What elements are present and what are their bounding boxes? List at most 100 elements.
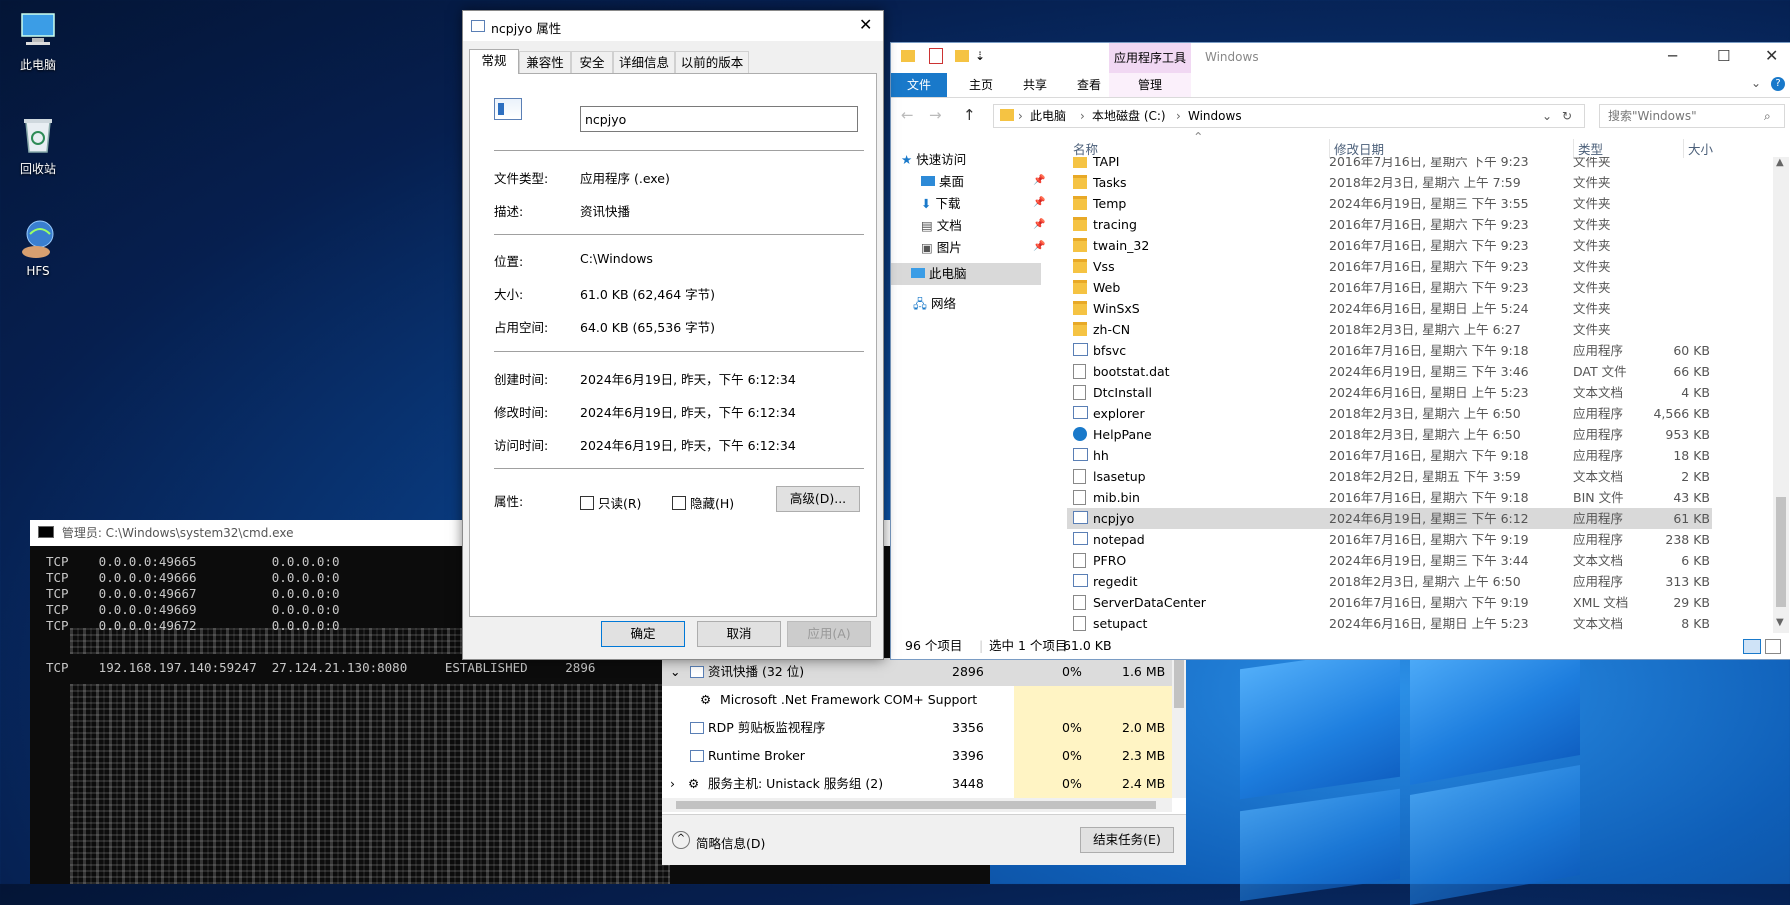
explorer-window[interactable]: ⇣ 应用程序工具 Windows ─ ☐ ✕ 文件 主页 共享 查看 管理 ⌄ …: [890, 42, 1790, 660]
apply-button[interactable]: 应用(A): [787, 621, 871, 647]
tab-details[interactable]: 详细信息: [613, 51, 675, 74]
tab-compatibility[interactable]: 兼容性: [519, 51, 571, 74]
file-row[interactable]: twain_32 2016年7月16日, 星期六 下午 9:23 文件夹: [1067, 235, 1712, 256]
chevron-down-icon[interactable]: ⌄: [1542, 105, 1552, 127]
file-row[interactable]: ncpjyo 2024年6月19日, 星期三 下午 6:12 应用程序 61 KB: [1067, 508, 1712, 529]
file-row[interactable]: PFRO 2024年6月19日, 星期三 下午 3:44 文本文档 6 KB: [1067, 550, 1712, 571]
process-row[interactable]: › ⚙ 服务主机: Unistack 服务组 (2) 3448 0% 2.4 M…: [662, 770, 1172, 798]
tab-share[interactable]: 共享: [1013, 73, 1057, 97]
column-header-date[interactable]: 修改日期: [1329, 139, 1384, 158]
tiles-view-icon[interactable]: [1765, 639, 1781, 654]
cancel-button[interactable]: 取消: [697, 621, 781, 647]
chevron-down-icon[interactable]: ⌄: [670, 658, 680, 686]
search-icon: ⌕: [1764, 109, 1771, 123]
search-input[interactable]: 搜索"Windows" ⌕: [1599, 104, 1785, 128]
tab-home[interactable]: 主页: [959, 73, 1003, 97]
file-row[interactable]: explorer 2018年2月3日, 星期六 上午 6:50 应用程序 4,566 …: [1067, 403, 1712, 424]
filename-input[interactable]: ncpjyo: [580, 106, 858, 132]
file-row[interactable]: zh-CN 2018年2月3日, 星期六 上午 6:27 文件夹: [1067, 319, 1712, 340]
customize-toolbar-icon[interactable]: ⇣: [975, 49, 985, 63]
process-row[interactable]: RDP 剪贴板监视程序 3356 0% 2.0 MB: [662, 714, 1172, 742]
desktop-icon-recycle-bin[interactable]: 回收站: [0, 112, 76, 177]
file-row[interactable]: Temp 2024年6月19日, 星期三 下午 3:55 文件夹: [1067, 193, 1712, 214]
tab-manage[interactable]: 管理: [1109, 73, 1191, 97]
forward-icon[interactable]: →: [929, 106, 942, 124]
tab-security[interactable]: 安全: [571, 51, 613, 74]
properties-dialog[interactable]: ncpjyo 属性 ✕ 常规 兼容性 安全 详细信息 以前的版本 ncpjyo …: [462, 10, 884, 660]
file-row[interactable]: TAPI 2016年7月16日, 星期六 下午 9:23 文件夹: [1067, 157, 1712, 172]
file-row[interactable]: bfsvc 2016年7月16日, 星期六 下午 9:18 应用程序 60 KB: [1067, 340, 1712, 361]
scrollbar-thumb[interactable]: [1776, 497, 1786, 607]
file-row[interactable]: hh 2016年7月16日, 星期六 下午 9:18 应用程序 18 KB: [1067, 445, 1712, 466]
file-name: PFRO: [1093, 553, 1127, 568]
file-row[interactable]: DtcInstall 2024年6月16日, 星期日 上午 5:23 文本文档 4 K…: [1067, 382, 1712, 403]
file-row[interactable]: ServerDataCenter 2016年7月16日, 星期六 下午 9:19 X…: [1067, 592, 1712, 613]
close-icon[interactable]: ✕: [1765, 46, 1778, 65]
tab-file[interactable]: 文件: [891, 73, 947, 97]
chevron-right-icon[interactable]: ›: [670, 770, 675, 798]
document-icon: [1073, 595, 1086, 610]
chevron-down-icon[interactable]: ⌄: [1751, 76, 1761, 90]
process-row[interactable]: ⌄ 资讯快播 (32 位) 2896 0% 1.6 MB: [662, 658, 1172, 686]
details-view-icon[interactable]: [1743, 639, 1761, 654]
column-header-size[interactable]: 大小: [1683, 139, 1713, 158]
file-row[interactable]: Vss 2016年7月16日, 星期六 下午 9:23 文件夹: [1067, 256, 1712, 277]
properties-icon[interactable]: [929, 48, 943, 64]
file-row[interactable]: Tasks 2018年2月3日, 星期六 上午 7:59 文件夹: [1067, 172, 1712, 193]
new-folder-icon[interactable]: [955, 50, 969, 62]
ok-button[interactable]: 确定: [601, 621, 685, 647]
file-row[interactable]: mib.bin 2016年7月16日, 星期六 下午 9:18 BIN 文件 43 K…: [1067, 487, 1712, 508]
tab-general[interactable]: 常规: [469, 49, 519, 74]
dialog-titlebar[interactable]: ncpjyo 属性 ✕: [463, 11, 883, 41]
scrollbar-thumb[interactable]: [676, 801, 1156, 809]
file-row[interactable]: setupact 2024年6月16日, 星期日 上午 5:23 文本文档 8 KB: [1067, 613, 1712, 633]
breadcrumb-item[interactable]: 此电脑: [1030, 105, 1066, 127]
column-header-type[interactable]: 类型: [1573, 139, 1603, 158]
collapse-icon[interactable]: ^: [672, 831, 690, 849]
advanced-button[interactable]: 高级(D)...: [776, 486, 860, 512]
end-task-button[interactable]: 结束任务(E): [1080, 827, 1174, 853]
breadcrumb-item[interactable]: Windows: [1188, 105, 1242, 127]
column-header-name[interactable]: 名称: [1073, 139, 1098, 158]
close-icon[interactable]: ✕: [859, 15, 872, 34]
file-row[interactable]: regedit 2018年2月3日, 星期六 上午 6:50 应用程序 313 KB: [1067, 571, 1712, 592]
file-row[interactable]: notepad 2016年7月16日, 星期六 下午 9:19 应用程序 238 KB: [1067, 529, 1712, 550]
fewer-details-link[interactable]: 简略信息(D): [696, 833, 765, 852]
scrollbar-thumb[interactable]: [1174, 660, 1184, 708]
maximize-icon[interactable]: ☐: [1717, 47, 1730, 65]
scroll-up-icon[interactable]: ▲: [1776, 157, 1784, 168]
back-icon[interactable]: ←: [901, 106, 914, 124]
checkbox-box[interactable]: [672, 496, 686, 510]
app-icon: [1073, 448, 1088, 461]
desktop-icon-hfs[interactable]: HFS: [0, 216, 76, 278]
vertical-scrollbar[interactable]: [1172, 658, 1186, 798]
folder-icon: [1073, 238, 1087, 252]
folder-icon: [1073, 280, 1087, 294]
refresh-icon[interactable]: ↻: [1562, 105, 1572, 127]
up-icon[interactable]: ↑: [963, 106, 976, 124]
file-row[interactable]: lsasetup 2018年2月2日, 星期五 下午 3:59 文本文档 2 KB: [1067, 466, 1712, 487]
readonly-checkbox[interactable]: 只读(R): [580, 493, 641, 512]
file-list[interactable]: TAPI 2016年7月16日, 星期六 下午 9:23 文件夹 Tasks 2018年…: [891, 157, 1771, 633]
checkbox-box[interactable]: [580, 496, 594, 510]
file-row[interactable]: Web 2016年7月16日, 星期六 下午 9:23 文件夹: [1067, 277, 1712, 298]
file-row[interactable]: bootstat.dat 2024年6月19日, 星期三 下午 3:46 DAT 文…: [1067, 361, 1712, 382]
tab-view[interactable]: 查看: [1067, 73, 1111, 97]
file-row[interactable]: tracing 2016年7月16日, 星期六 下午 9:23 文件夹: [1067, 214, 1712, 235]
file-row[interactable]: WinSxS 2024年6月16日, 星期日 上午 5:24 文件夹: [1067, 298, 1712, 319]
task-manager-window[interactable]: ⌄ 资讯快播 (32 位) 2896 0% 1.6 MB ⚙ Microsoft…: [662, 658, 1186, 865]
horizontal-scrollbar[interactable]: [662, 798, 1172, 812]
explorer-titlebar[interactable]: ⇣ 应用程序工具 Windows ─ ☐ ✕: [891, 43, 1790, 73]
help-icon[interactable]: ?: [1771, 77, 1785, 91]
hidden-checkbox[interactable]: 隐藏(H): [672, 493, 734, 512]
vertical-scrollbar[interactable]: ▲ ▼: [1773, 157, 1789, 633]
process-row[interactable]: Runtime Broker 3396 0% 2.3 MB: [662, 742, 1172, 770]
tab-previous-versions[interactable]: 以前的版本: [675, 51, 749, 74]
minimize-icon[interactable]: ─: [1668, 47, 1677, 65]
breadcrumb-item[interactable]: 本地磁盘 (C:): [1092, 105, 1166, 127]
address-bar[interactable]: › 此电脑 › 本地磁盘 (C:) › Windows ⌄ ↻: [993, 104, 1585, 128]
process-row[interactable]: ⚙ Microsoft .Net Framework COM+ Support: [662, 686, 1172, 714]
file-row[interactable]: HelpPane 2018年2月3日, 星期六 上午 6:50 应用程序 953 KB: [1067, 424, 1712, 445]
scroll-down-icon[interactable]: ▼: [1776, 617, 1784, 628]
desktop-icon-this-pc[interactable]: 此电脑: [0, 8, 76, 73]
